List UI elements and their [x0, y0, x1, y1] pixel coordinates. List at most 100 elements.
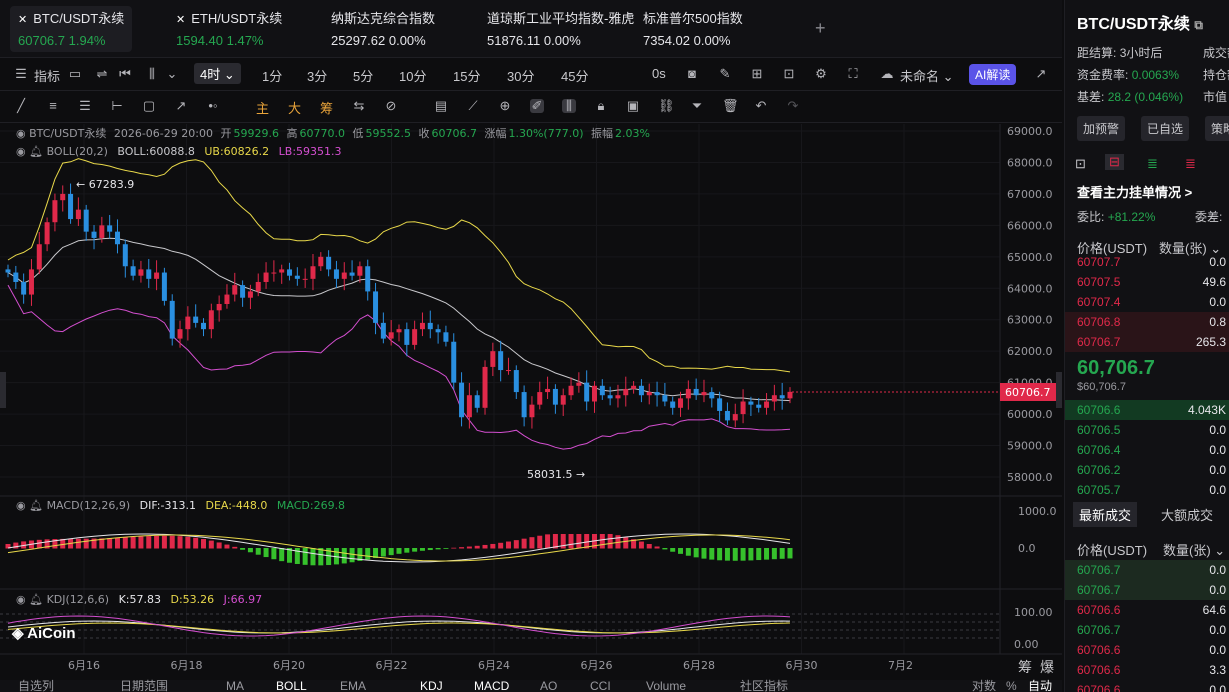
indicator-tab[interactable]: MACD — [474, 679, 510, 692]
order-row[interactable]: 60705.7 0.0 — [1065, 480, 1229, 500]
burst-corner-button[interactable]: 爆 — [1040, 659, 1054, 675]
ticker-tab-dow[interactable]: 道琼斯工业平均指数-雅虎 51876.11 0.00% — [487, 8, 634, 48]
indicator-tab[interactable]: 对数 — [972, 678, 996, 692]
indicator-tab[interactable]: CCI — [590, 679, 611, 692]
period-15m[interactable]: 15分 — [453, 66, 480, 85]
order-row[interactable]: 60706.7 0.0 — [1065, 580, 1229, 600]
edit-icon[interactable]: ✎ — [718, 67, 732, 81]
order-row[interactable]: 60706.6 0.0 — [1065, 640, 1229, 660]
close-icon[interactable]: ✕ — [18, 14, 27, 26]
trash-icon[interactable]: 🗑︎ — [722, 99, 739, 113]
alarm-icon[interactable]: ◉ 🔔︎ — [16, 499, 47, 512]
ticker-tab-sp500[interactable]: 标准普尔500指数 7354.02 0.00% — [643, 8, 743, 48]
order-row[interactable]: 60706.6 4.043K — [1065, 400, 1229, 420]
menu-icon[interactable]: ☰ — [14, 67, 28, 81]
chevron-down-icon[interactable]: ⌄ — [165, 67, 179, 81]
order-row[interactable]: 60706.6 3.3 — [1065, 660, 1229, 680]
filter-icon[interactable]: ⏷ — [690, 99, 704, 113]
order-row[interactable]: 60706.4 0.0 — [1065, 440, 1229, 460]
seconds-button[interactable]: 0s — [652, 66, 666, 81]
hline-tool-icon[interactable]: ≡ — [46, 99, 60, 113]
template-icon[interactable]: ▣ — [626, 99, 640, 113]
depth-link[interactable]: 查看主力挂单情况 > — [1077, 182, 1192, 201]
indicator-tab[interactable]: AO — [540, 679, 557, 692]
indicator-tab[interactable]: 自动 — [1028, 679, 1052, 692]
magnet-icon[interactable]: ⫼ — [562, 99, 576, 113]
order-row[interactable]: 60706.8 0.8 — [1065, 312, 1229, 332]
fullscreen-icon[interactable]: ⛶ — [846, 67, 860, 81]
link-icon[interactable]: ⛓ — [658, 99, 675, 113]
settings-icon[interactable]: ⚙ — [814, 67, 828, 81]
arrow-tool-icon[interactable]: ↗ — [174, 99, 188, 113]
period-1m[interactable]: 1分 — [262, 66, 282, 85]
ai-explain-button[interactable]: AI解读 — [969, 64, 1017, 85]
dots-tool-icon[interactable]: •◦ — [206, 99, 220, 113]
indicator-tab[interactable]: 社区指标 — [740, 678, 788, 692]
ray-tool-icon[interactable]: ⊢ — [110, 99, 124, 113]
indicator-tab[interactable]: % — [1006, 679, 1017, 692]
indicator-tab[interactable]: BOLL — [276, 679, 307, 692]
indicator-tab[interactable]: MA — [226, 679, 244, 692]
period-3m[interactable]: 3分 — [307, 66, 327, 85]
ticker-tab-eth[interactable]: ✕ ETH/USDT永续 1594.40 1.47% — [176, 8, 282, 48]
alarm-icon[interactable]: ◉ 🔔︎ — [16, 145, 47, 158]
line-tool-icon[interactable]: ╱ — [14, 99, 28, 113]
period-10m[interactable]: 10分 — [399, 66, 426, 85]
depth-bids-icon[interactable]: ≣ — [1147, 156, 1158, 172]
tab-large-trades[interactable]: 大额成交 — [1161, 505, 1213, 524]
channel-tool-icon[interactable]: ☰ — [78, 99, 92, 113]
order-row[interactable]: 60706.2 0.0 — [1065, 460, 1229, 480]
zoom-icon[interactable]: ⊕ — [498, 99, 512, 113]
close-icon[interactable]: ✕ — [176, 14, 185, 26]
copy-icon[interactable]: ⧉ — [1194, 18, 1203, 32]
order-row[interactable]: 60706.7 0.0 — [1065, 620, 1229, 640]
period-5m[interactable]: 5分 — [353, 66, 373, 85]
brush-icon[interactable]: ✐ — [530, 99, 544, 113]
main-force-button[interactable]: 主 — [256, 98, 269, 117]
hide-drawing-icon[interactable]: ⊘ — [384, 99, 398, 113]
order-row[interactable]: 60707.7 0.0 — [1065, 252, 1229, 272]
period-30m[interactable]: 30分 — [507, 66, 534, 85]
layout-icon[interactable]: ▭ — [68, 67, 82, 81]
split-icon[interactable]: ⊡ — [782, 67, 796, 81]
replay-icon[interactable]: ⏮ — [118, 67, 132, 81]
layout-name-dropdown[interactable]: 未命名 ⌄ — [900, 66, 954, 85]
rect-tool-icon[interactable]: ▢ — [142, 99, 156, 113]
indicator-tab[interactable]: Volume — [646, 679, 686, 692]
depth-asks-icon[interactable]: ≣ — [1185, 156, 1196, 172]
depth-both-icon[interactable]: ⊟ — [1105, 154, 1124, 170]
order-row[interactable]: 60706.6 0.0 — [1065, 680, 1229, 692]
period-selected[interactable]: 4时 ⌄ — [194, 63, 241, 84]
trades-col-qty[interactable]: 数量(张) ⌄ — [1163, 540, 1225, 559]
camera-icon[interactable]: ◙ — [685, 67, 699, 81]
left-collapse-handle[interactable] — [0, 372, 6, 408]
add-chart-icon[interactable]: ⊞ — [750, 67, 764, 81]
order-row[interactable]: 60707.4 0.0 — [1065, 292, 1229, 312]
chip-button[interactable]: 筹 — [320, 98, 333, 117]
order-row[interactable]: 60707.5 49.6 — [1065, 272, 1229, 292]
alarm-icon[interactable]: ◉ 🔔︎ — [16, 593, 47, 606]
undo-icon[interactable]: ↶ — [754, 99, 768, 113]
strategy-button[interactable]: 策略 — [1205, 116, 1229, 141]
candle-type-icon[interactable]: ⫼ — [145, 67, 159, 81]
order-row[interactable]: 60706.7 0.0 — [1065, 560, 1229, 580]
add-tab-button[interactable]: + — [815, 18, 826, 39]
order-row[interactable]: 60706.6 64.6 — [1065, 600, 1229, 620]
eye-icon[interactable]: ◉ — [16, 127, 29, 140]
compare-icon[interactable]: ⇌ — [95, 67, 109, 81]
right-collapse-handle[interactable] — [1056, 372, 1062, 408]
depth-view-icon[interactable]: ⊡ — [1075, 156, 1086, 172]
order-row[interactable]: 60706.5 0.0 — [1065, 420, 1229, 440]
order-row[interactable]: 60706.7 265.3 — [1065, 332, 1229, 352]
period-45m[interactable]: 45分 — [561, 66, 588, 85]
indicator-tab[interactable]: EMA — [340, 679, 366, 692]
chip-corner-button[interactable]: 筹 — [1018, 659, 1032, 675]
cloud-icon[interactable]: ☁ — [880, 67, 894, 81]
tab-latest-trades[interactable]: 最新成交 — [1073, 502, 1138, 527]
ticker-tab-nasdaq[interactable]: 纳斯达克综合指数 25297.62 0.00% — [331, 8, 435, 48]
sync-icon[interactable]: ⇆ — [352, 99, 366, 113]
indicator-tab[interactable]: 日期范围 — [120, 679, 168, 692]
indicator-tab[interactable]: 自选列 — [18, 679, 54, 692]
indicator-tab[interactable]: KDJ — [420, 679, 443, 692]
note-icon[interactable]: ▤ — [434, 99, 448, 113]
